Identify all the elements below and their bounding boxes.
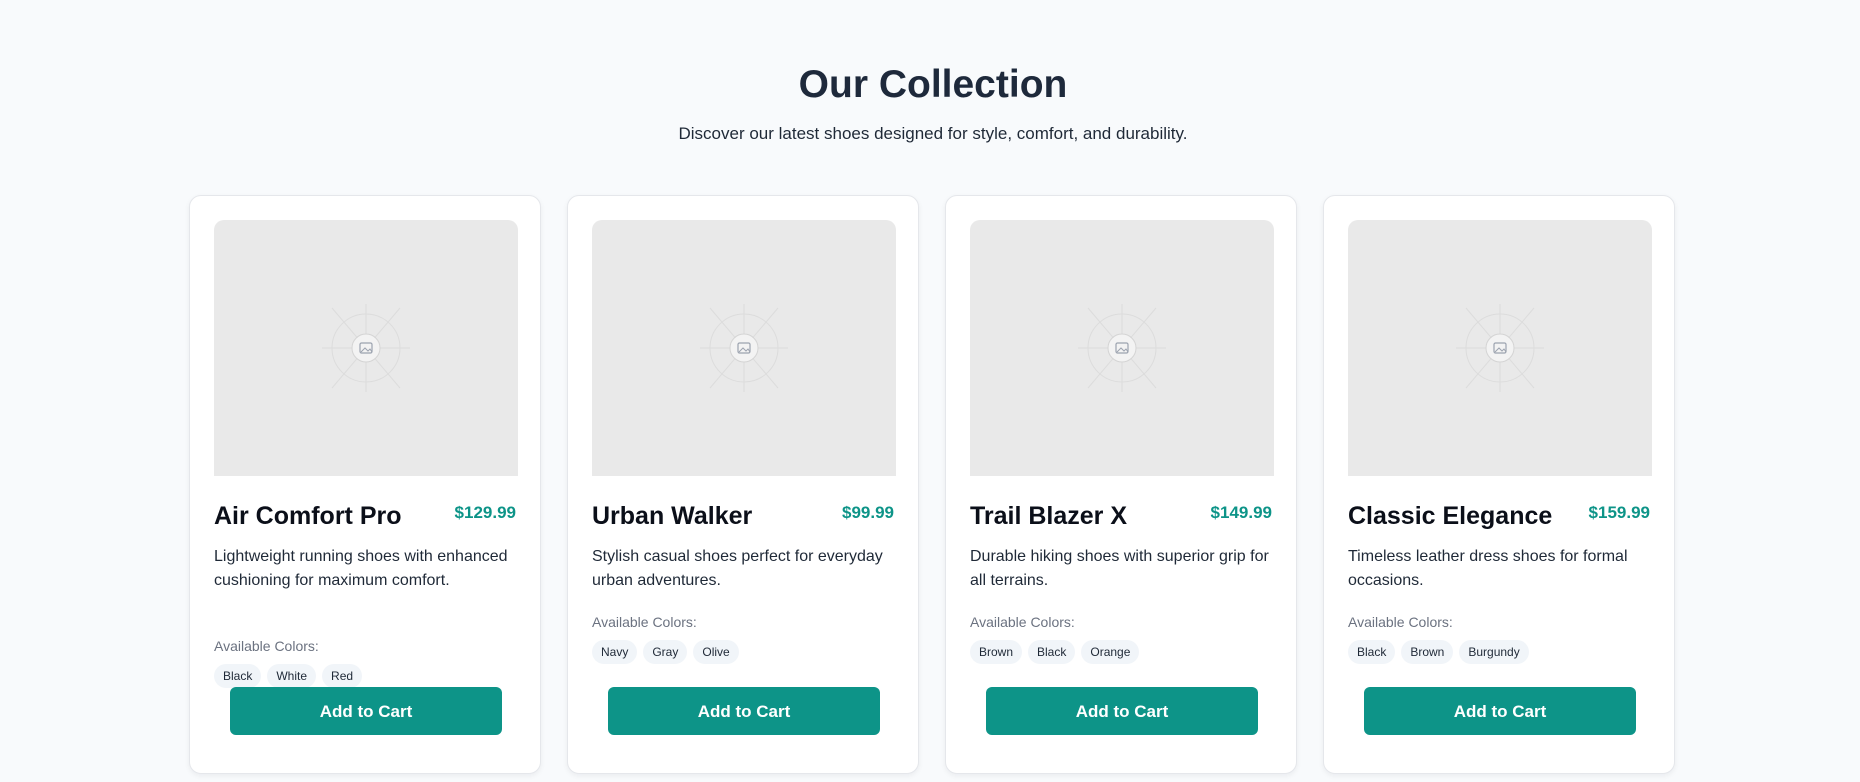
image-placeholder-icon	[322, 304, 410, 392]
add-to-cart-button[interactable]: Add to Cart	[986, 687, 1258, 735]
product-description: Lightweight running shoes with enhanced …	[214, 548, 508, 589]
product-image-placeholder	[592, 220, 896, 476]
product-image-placeholder	[214, 220, 518, 476]
product-name: Classic Elegance	[1348, 502, 1553, 530]
product-description: Durable hiking shoes with superior grip …	[970, 548, 1269, 589]
page-subtitle: Discover our latest shoes designed for s…	[678, 124, 1188, 143]
add-to-cart-button[interactable]: Add to Cart	[1364, 687, 1636, 735]
product-price: $99.99	[842, 503, 894, 522]
colors-label: Available Colors:	[214, 638, 319, 654]
color-chip-black[interactable]: Black	[1348, 640, 1396, 664]
product-card: Air Comfort Pro $129.99 Lightweight runn…	[189, 195, 541, 774]
color-chip-red[interactable]: Red	[322, 664, 363, 688]
colors-label: Available Colors:	[970, 614, 1075, 630]
color-chip-navy[interactable]: Navy	[592, 640, 638, 664]
colors-label: Available Colors:	[1348, 614, 1453, 630]
color-chip-white[interactable]: White	[267, 664, 317, 688]
product-collection-page: Our Collection Discover our latest shoes…	[0, 0, 1860, 782]
product-description: Timeless leather dress shoes for formal …	[1348, 548, 1628, 589]
product-name: Urban Walker	[592, 502, 753, 530]
page-title: Our Collection	[798, 63, 1068, 106]
image-placeholder-icon	[1078, 304, 1166, 392]
product-name: Air Comfort Pro	[214, 502, 402, 530]
product-card: Trail Blazer X $149.99 Durable hiking sh…	[945, 195, 1297, 774]
product-card: Urban Walker $99.99 Stylish casual shoes…	[567, 195, 919, 774]
product-name: Trail Blazer X	[970, 502, 1128, 530]
color-chip-olive[interactable]: Olive	[693, 640, 739, 664]
color-chip-brown[interactable]: Brown	[970, 640, 1023, 664]
color-chip-gray[interactable]: Gray	[643, 640, 688, 664]
add-to-cart-button[interactable]: Add to Cart	[608, 687, 880, 735]
product-grid: Air Comfort Pro $129.99 Lightweight runn…	[189, 195, 1679, 775]
add-to-cart-button[interactable]: Add to Cart	[230, 687, 502, 735]
image-placeholder-icon	[700, 304, 788, 392]
colors-label: Available Colors:	[592, 614, 697, 630]
product-price: $149.99	[1210, 503, 1272, 522]
image-placeholder-icon	[1456, 304, 1544, 392]
product-price: $159.99	[1588, 503, 1650, 522]
color-chip-black[interactable]: Black	[214, 664, 262, 688]
color-chips: Navy Gray Olive	[592, 640, 739, 664]
color-chip-burgundy[interactable]: Burgundy	[1459, 640, 1529, 664]
color-chip-orange[interactable]: Orange	[1081, 640, 1140, 664]
color-chip-brown[interactable]: Brown	[1401, 640, 1454, 664]
color-chips: Black White Red	[214, 664, 363, 688]
product-price: $129.99	[454, 503, 516, 522]
color-chip-black[interactable]: Black	[1028, 640, 1076, 664]
product-card: Classic Elegance $159.99 Timeless leathe…	[1323, 195, 1675, 774]
color-chips: Black Brown Burgundy	[1348, 640, 1529, 664]
product-image-placeholder	[1348, 220, 1652, 476]
color-chips: Brown Black Orange	[970, 640, 1140, 664]
product-image-placeholder	[970, 220, 1274, 476]
product-description: Stylish casual shoes perfect for everyda…	[592, 548, 883, 589]
